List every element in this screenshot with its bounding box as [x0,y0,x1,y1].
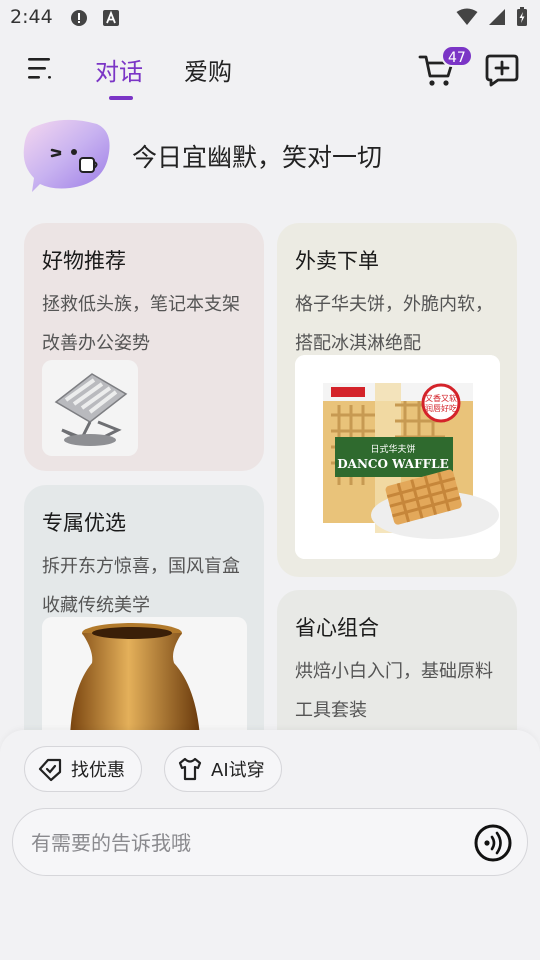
find-deals-chip[interactable]: 找优惠 [24,746,142,792]
tshirt-icon [178,757,202,781]
voice-input-icon[interactable] [473,823,513,863]
bottom-panel: 找优惠 AI试穿 [0,730,540,960]
waffle-package-image: 又香又软 润唇好吃 日式华夫饼 DANCO WAFFLE [295,355,500,559]
new-chat-icon[interactable] [484,52,520,88]
card-description: 烘焙小白入门，基础原料工具套装 [295,661,493,721]
card-title: 省心组合 [295,616,379,640]
top-bar: 对话 爱购 47 [0,40,540,100]
card-takeout[interactable]: 外卖下单 格子华夫饼，外脆内软，搭配冰淇淋绝配 又香又软 润唇好吃 日式华夫饼 … [277,223,517,577]
package-brand: DANCO WAFFLE [337,457,449,471]
cart-count-badge: 47 [441,45,473,67]
card-description: 拆开东方惊喜，国风盲盒收藏传统美学 [42,556,240,616]
laptop-stand-image [42,360,138,456]
tab-chat[interactable]: 对话 [95,52,143,87]
accessibility-icon [103,10,119,26]
card-title: 专属优选 [42,511,126,535]
package-stamp: 又香又软 [425,393,457,403]
alert-icon [71,10,87,26]
wifi-icon [456,8,478,25]
card-title: 外卖下单 [295,249,379,273]
card-description: 格子华夫饼，外脆内软，搭配冰淇淋绝配 [295,294,493,354]
message-input-box[interactable] [12,808,528,876]
menu-icon[interactable] [26,56,54,82]
coupon-icon [38,758,62,782]
tab-shopping[interactable]: 爱购 [184,52,232,87]
chip-label: 找优惠 [71,760,125,781]
mascot-avatar [23,119,110,192]
card-description: 拯救低头族，笔记本支架改善办公姿势 [42,294,240,354]
active-tab-indicator [109,96,133,100]
chip-label: AI试穿 [211,760,265,781]
greeting-text: 今日宜幽默，笑对一切 [132,143,383,172]
ai-try-on-chip[interactable]: AI试穿 [164,746,282,792]
battery-icon [517,7,527,26]
cell-signal-icon [489,9,505,25]
greeting-row: 今日宜幽默，笑对一切 [22,118,522,198]
package-tagline: 日式华夫饼 [370,443,415,455]
package-stamp: 润唇好吃 [425,403,457,413]
status-bar: 2:44 [0,0,540,36]
card-title: 好物推荐 [42,249,126,273]
status-time: 2:44 [10,6,53,28]
message-input[interactable] [31,823,451,863]
card-recommend[interactable]: 好物推荐 拯救低头族，笔记本支架改善办公姿势 [24,223,264,471]
